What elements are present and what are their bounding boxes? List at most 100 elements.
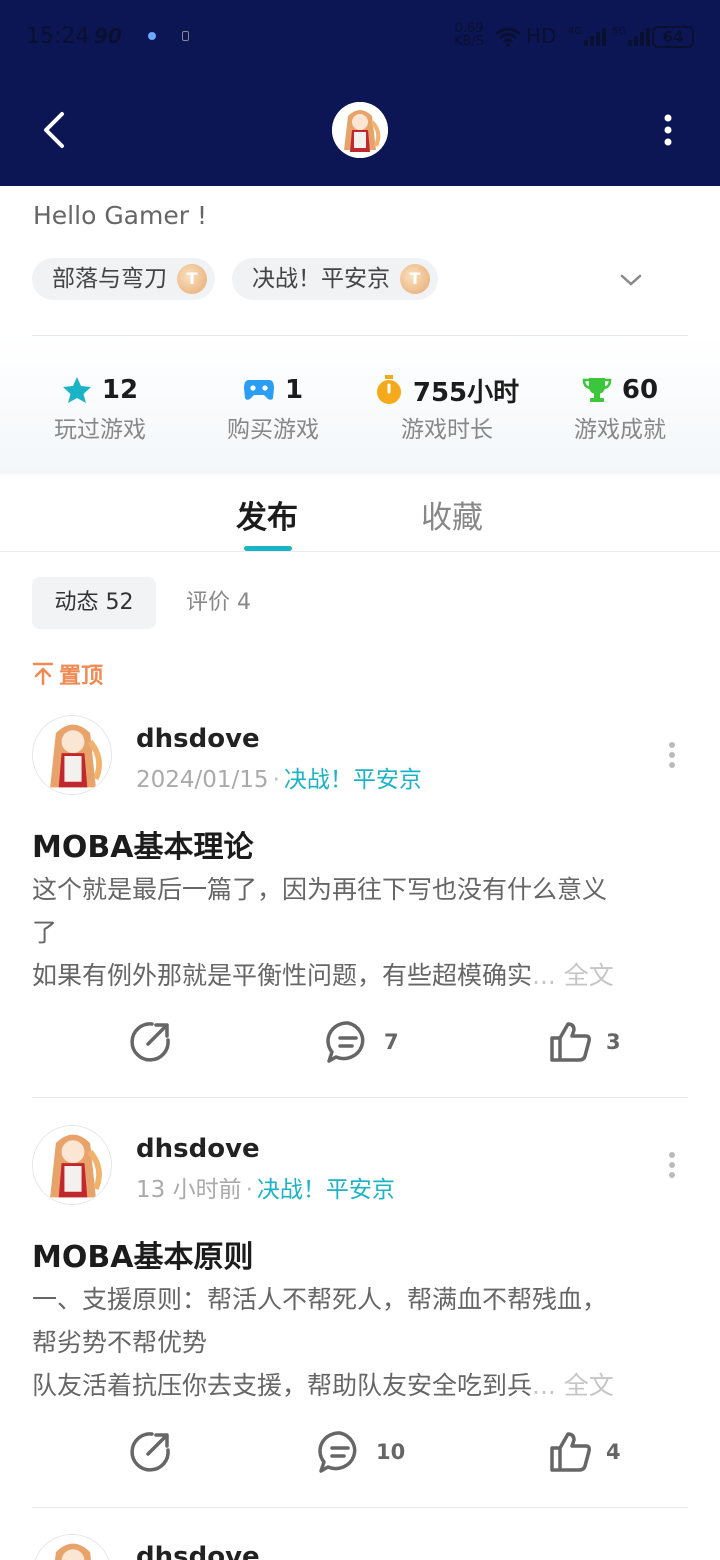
- thumbs-up-icon: [550, 1432, 591, 1472]
- post-time: 13 小时前: [136, 1177, 242, 1203]
- like-count: 4: [606, 1440, 621, 1464]
- anime-avatar-icon: [33, 1126, 111, 1204]
- stat-label: 购买游戏: [227, 417, 319, 443]
- avatar[interactable]: [32, 1125, 112, 1205]
- status-network-speed: 90: [94, 24, 122, 48]
- post-actions: 7 3: [0, 1020, 720, 1070]
- share-button[interactable]: [128, 1430, 172, 1474]
- game-tag[interactable]: 决战！平安京 T: [232, 258, 438, 300]
- post-author[interactable]: dhsdove: [136, 724, 260, 754]
- game-tags: 部落与弯刀 T 决战！平安京 T: [32, 258, 692, 300]
- stat-label: 玩过游戏: [54, 417, 146, 443]
- post-line: 队友活着抗压你去支援，帮助队友安全吃到兵... 全文: [32, 1371, 614, 1400]
- game-tag[interactable]: 部落与弯刀 T: [32, 258, 215, 300]
- read-more-link[interactable]: ... 全文: [532, 961, 614, 990]
- comment-button[interactable]: 7: [326, 1020, 399, 1064]
- post-more-button[interactable]: [660, 741, 684, 769]
- svg-text:5G: 5G: [612, 26, 626, 37]
- post-line: 这个就是最后一篇了，因为再往下写也没有什么意义: [32, 875, 608, 904]
- signal-icon: 4G: [568, 26, 606, 46]
- divider: [32, 1507, 688, 1508]
- post-line: 一、支援原则：帮活人不帮死人，帮满血不帮残血，: [32, 1285, 608, 1314]
- back-button[interactable]: [36, 108, 76, 152]
- post-game-link[interactable]: 决战！平安京: [284, 767, 422, 793]
- anime-avatar-icon: [332, 102, 388, 158]
- pinned-label: 置顶: [33, 658, 103, 690]
- content-tabs: 发布 收藏: [0, 474, 720, 552]
- more-options-button[interactable]: [652, 112, 684, 148]
- stat-games-purchased[interactable]: 1 购买游戏: [188, 372, 358, 444]
- comment-icon: [318, 1431, 357, 1473]
- post-excerpt[interactable]: 这个就是最后一篇了，因为再往下写也没有什么意义 了 如果有例外那就是平衡性问题，…: [32, 868, 688, 997]
- like-count: 3: [606, 1030, 621, 1054]
- like-button[interactable]: 3: [548, 1020, 621, 1064]
- status-bar: 15:24 90 0.69 KB/S HD 4G 5G 64: [0, 0, 720, 76]
- avatar[interactable]: [32, 1534, 112, 1560]
- game-tag-label: 部落与弯刀: [52, 266, 167, 292]
- svg-text:4G: 4G: [568, 26, 582, 37]
- post-more-button[interactable]: [660, 1151, 684, 1179]
- comment-count: 7: [384, 1030, 399, 1054]
- status-hd: HD: [526, 24, 557, 48]
- post-title[interactable]: MOBA基本理论: [32, 822, 253, 866]
- pin-top-icon: [33, 662, 53, 686]
- star-icon: [62, 377, 91, 403]
- tab-favorites[interactable]: 收藏: [421, 492, 483, 537]
- chevron-down-icon[interactable]: [620, 272, 642, 288]
- share-icon: [130, 1022, 170, 1062]
- meta-separator: ·: [245, 1177, 253, 1203]
- tab-indicator: [244, 546, 292, 551]
- stats-bar: 12 玩过游戏 1 购买游戏 755小时 游戏时长 60 游戏成就: [0, 336, 720, 474]
- stat-value: 1: [284, 375, 304, 405]
- post-title[interactable]: MOBA基本原则: [32, 1232, 253, 1276]
- tab-publish[interactable]: 发布: [236, 492, 298, 537]
- post-line: 帮劣势不帮优势: [32, 1328, 208, 1357]
- comment-button[interactable]: 10: [318, 1430, 405, 1474]
- share-icon: [130, 1432, 170, 1472]
- stat-play-time[interactable]: 755小时 游戏时长: [362, 372, 532, 444]
- post-author[interactable]: dhsdove: [136, 1134, 260, 1164]
- meta-separator: ·: [272, 767, 280, 793]
- read-more-link[interactable]: ... 全文: [532, 1371, 614, 1400]
- avatar[interactable]: [32, 715, 112, 795]
- stopwatch-icon: [376, 375, 401, 404]
- thumbs-up-icon: [550, 1022, 591, 1062]
- wifi-icon: [495, 27, 521, 47]
- filter-reviews[interactable]: 评价 4: [186, 577, 251, 629]
- post-game-link[interactable]: 决战！平安京: [257, 1177, 395, 1203]
- stat-label: 游戏成就: [574, 417, 666, 443]
- avatar[interactable]: [332, 102, 388, 158]
- comment-icon: [326, 1021, 365, 1063]
- comment-count: 10: [376, 1440, 406, 1464]
- anime-avatar-icon: [33, 1535, 111, 1560]
- stat-label: 游戏时长: [401, 417, 493, 443]
- gamepad-icon: [243, 380, 274, 400]
- lock-icon: [182, 31, 189, 41]
- post-excerpt[interactable]: 一、支援原则：帮活人不帮死人，帮满血不帮残血， 帮劣势不帮优势 队友活着抗压你去…: [32, 1278, 688, 1407]
- stat-achievements[interactable]: 60 游戏成就: [535, 372, 705, 444]
- stat-games-played[interactable]: 12 玩过游戏: [15, 372, 185, 444]
- status-speed: 0.69 KB/S: [454, 21, 485, 49]
- stat-value: 755小时: [412, 377, 520, 408]
- divider: [32, 1097, 688, 1098]
- anime-avatar-icon: [33, 716, 111, 794]
- post-line: 了: [32, 918, 58, 947]
- battery-icon: 64: [652, 26, 694, 48]
- share-button[interactable]: [128, 1020, 172, 1064]
- profile-greeting: Hello Gamer !: [33, 201, 207, 230]
- tier-badge-icon: T: [400, 264, 430, 294]
- post-time: 2024/01/15: [136, 767, 269, 793]
- like-button[interactable]: 4: [548, 1430, 621, 1474]
- stat-value: 60: [621, 375, 659, 405]
- post-author[interactable]: dhsdove: [136, 1542, 260, 1560]
- pinned-text: 置顶: [59, 664, 104, 689]
- top-header: 15:24 90 0.69 KB/S HD 4G 5G 64: [0, 0, 720, 186]
- game-tag-label: 决战！平安京: [252, 266, 390, 292]
- status-time: 15:24: [26, 24, 90, 49]
- post-meta: 13 小时前 · 决战！平安京: [136, 1170, 395, 1204]
- stat-value: 12: [101, 375, 139, 405]
- signal-icon-2: 5G: [612, 26, 650, 46]
- trophy-icon: [582, 378, 612, 402]
- filter-feed[interactable]: 动态 52: [32, 577, 156, 629]
- tier-badge-icon: T: [177, 264, 207, 294]
